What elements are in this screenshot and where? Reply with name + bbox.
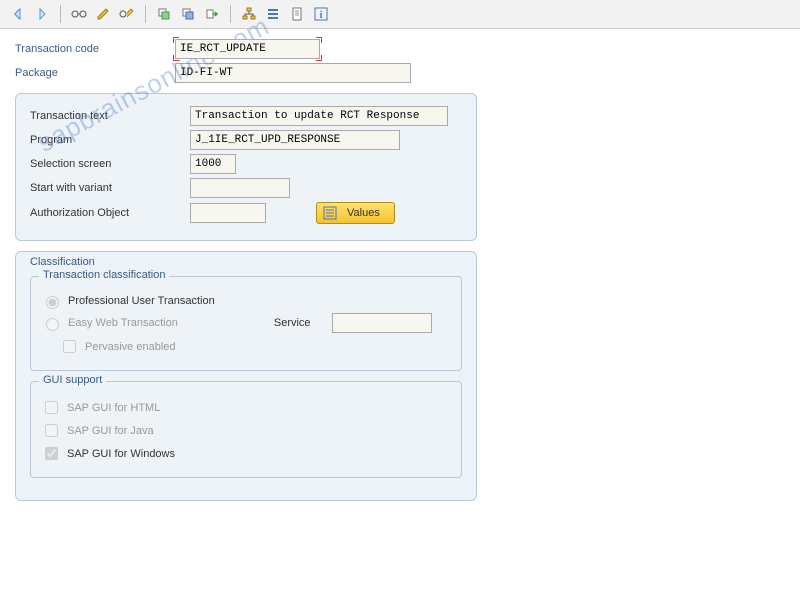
radio-easyweb-row: Easy Web Transaction Service <box>41 313 451 333</box>
check-gui-win-row: SAP GUI for Windows <box>41 444 451 463</box>
ttext-label: Transaction text <box>30 110 190 122</box>
list-icon[interactable] <box>263 4 283 24</box>
program-label: Program <box>30 134 190 146</box>
startvar-input[interactable] <box>190 178 290 198</box>
selscreen-label: Selection screen <box>30 158 190 170</box>
radio-professional-row: Professional User Transaction <box>41 293 451 309</box>
box-blue-icon[interactable] <box>178 4 198 24</box>
authobj-input[interactable] <box>190 203 266 223</box>
tcode-field-wrap <box>175 39 320 59</box>
trans-class-title: Transaction classification <box>39 269 169 281</box>
forward-icon[interactable] <box>32 4 52 24</box>
check-pervasive-label: Pervasive enabled <box>85 341 176 353</box>
package-row: Package <box>15 63 785 83</box>
startvar-label: Start with variant <box>30 182 190 194</box>
hierarchy-icon[interactable] <box>239 4 259 24</box>
radio-professional[interactable] <box>46 296 59 309</box>
tcode-label: Transaction code <box>15 43 175 55</box>
check-gui-html[interactable] <box>45 401 58 414</box>
trans-class-group: Transaction classification Professional … <box>30 276 462 371</box>
check-gui-java-label: SAP GUI for Java <box>67 425 154 437</box>
values-button-label: Values <box>347 207 380 219</box>
values-button[interactable]: Values <box>316 202 395 224</box>
program-input[interactable] <box>190 130 400 150</box>
classification-panel: Classification Transaction classificatio… <box>15 251 477 501</box>
info-icon[interactable]: i <box>311 4 331 24</box>
check-gui-java[interactable] <box>45 424 58 437</box>
doc-icon[interactable] <box>287 4 307 24</box>
classification-title: Classification <box>30 256 462 268</box>
service-input[interactable] <box>332 313 432 333</box>
tcode-row: Transaction code <box>15 39 785 59</box>
package-input[interactable] <box>175 63 411 83</box>
glasses-icon[interactable] <box>69 4 89 24</box>
radio-professional-label: Professional User Transaction <box>68 295 215 307</box>
service-label: Service <box>274 317 311 329</box>
check-gui-win[interactable] <box>45 447 58 460</box>
back-icon[interactable] <box>8 4 28 24</box>
svg-text:i: i <box>320 10 323 21</box>
box-right-icon[interactable] <box>202 4 222 24</box>
details-panel: Transaction text Program Selection scree… <box>15 93 477 241</box>
check-gui-html-label: SAP GUI for HTML <box>67 402 160 414</box>
check-pervasive[interactable] <box>63 340 76 353</box>
display-change-icon[interactable] <box>117 4 137 24</box>
selscreen-input[interactable] <box>190 154 236 174</box>
ttext-input[interactable] <box>190 106 448 126</box>
check-gui-java-row: SAP GUI for Java <box>41 421 451 440</box>
edit-icon[interactable] <box>93 4 113 24</box>
tcode-input[interactable] <box>175 39 320 59</box>
radio-easyweb[interactable] <box>46 318 59 331</box>
check-pervasive-row: Pervasive enabled <box>41 337 451 356</box>
authobj-label: Authorization Object <box>30 207 190 219</box>
gui-support-title: GUI support <box>39 374 106 386</box>
content-area: sapbrainsonline.com Transaction code Pac… <box>0 29 800 511</box>
toolbar: i <box>0 0 800 29</box>
gui-support-group: GUI support SAP GUI for HTML SAP GUI for… <box>30 381 462 478</box>
check-gui-win-label: SAP GUI for Windows <box>67 448 175 460</box>
package-label: Package <box>15 67 175 79</box>
check-gui-html-row: SAP GUI for HTML <box>41 398 451 417</box>
radio-easyweb-label: Easy Web Transaction <box>68 317 178 329</box>
box-green-icon[interactable] <box>154 4 174 24</box>
